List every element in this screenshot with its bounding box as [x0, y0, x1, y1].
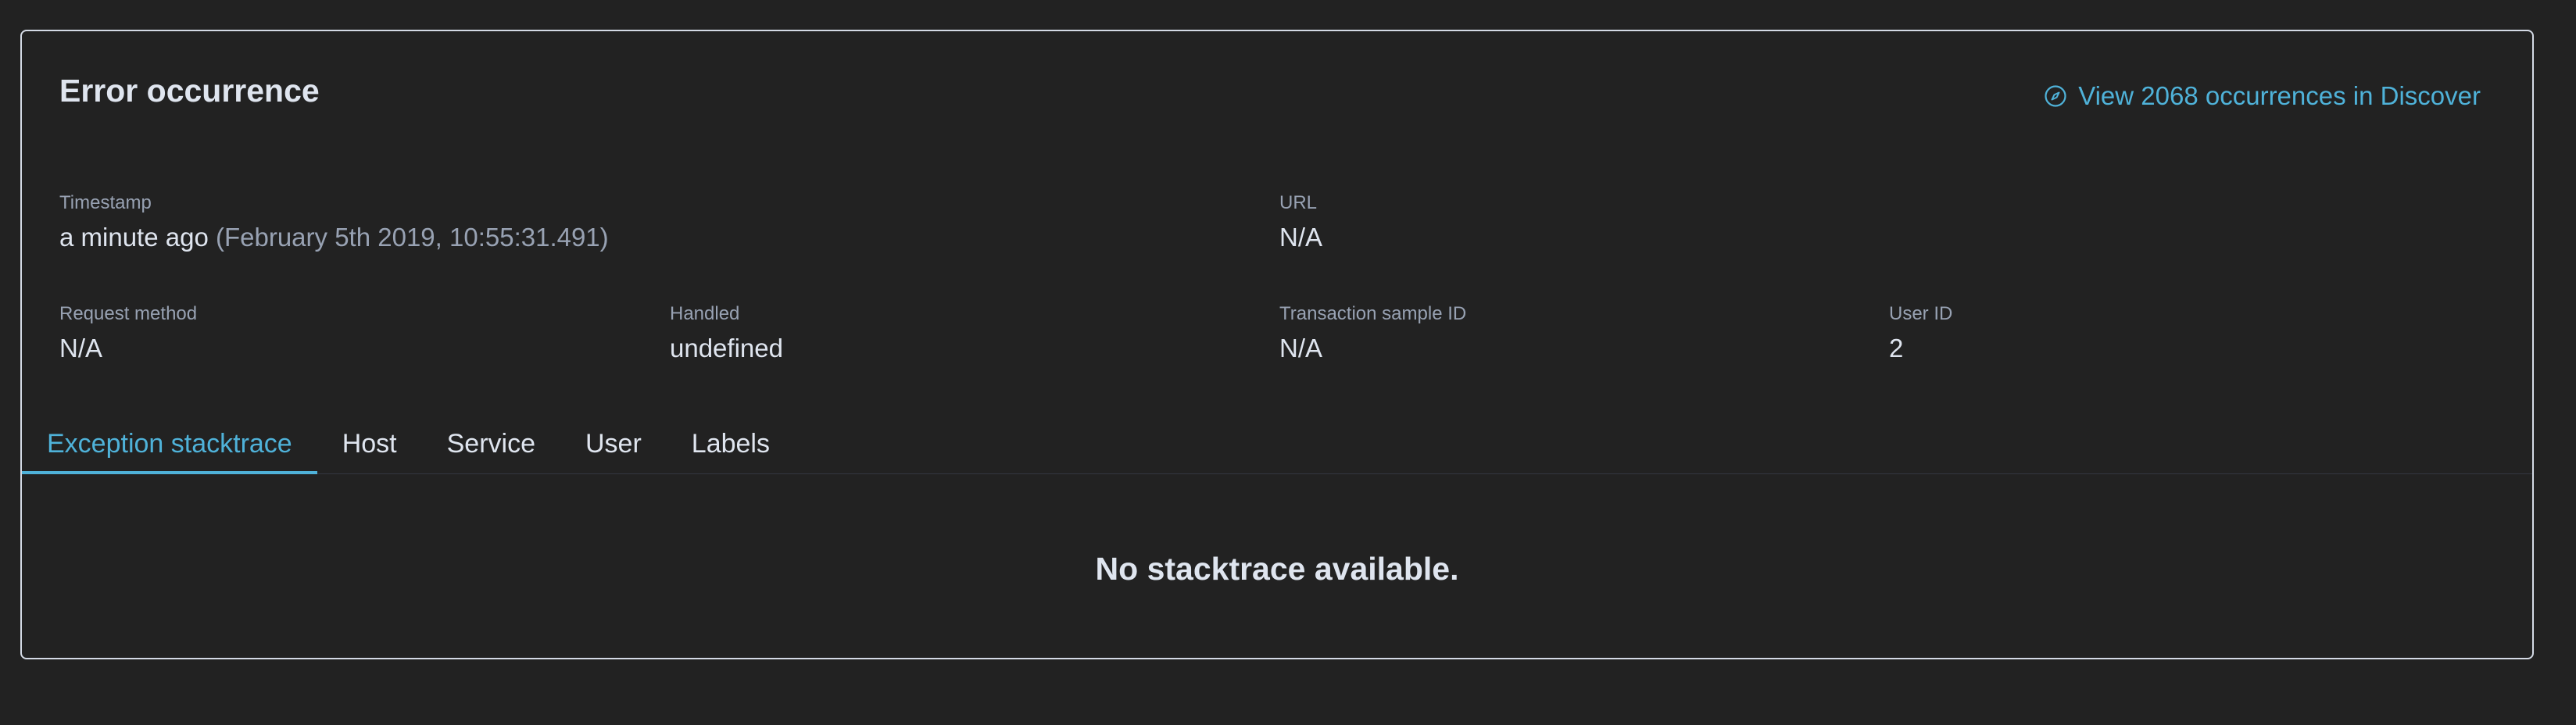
timestamp-label: Timestamp	[59, 192, 152, 213]
url-field: URL N/A	[1279, 192, 1323, 252]
url-value: N/A	[1279, 223, 1323, 252]
user-id-field: User ID 2	[1889, 303, 1953, 362]
request-method-value: N/A	[59, 334, 103, 362]
user-id-label: User ID	[1889, 303, 1953, 324]
request-method-label: Request method	[59, 303, 198, 324]
timestamp-value: a minute ago (February 5th 2019, 10:55:3…	[59, 224, 609, 250]
handled-value: undefined	[670, 334, 783, 362]
transaction-sample-id-label: Transaction sample ID	[1279, 303, 1467, 324]
error-occurrence-panel: Error occurrence View 2068 occurrences i…	[20, 30, 2534, 659]
tab-labels[interactable]: Labels	[667, 414, 795, 473]
view-in-discover-label: View 2068 occurrences in Discover	[2078, 81, 2481, 110]
panel-title: Error occurrence	[59, 73, 320, 109]
request-method-field: Request method N/A	[59, 303, 198, 362]
tab-exception-stacktrace[interactable]: Exception stacktrace	[22, 414, 317, 474]
handled-label: Handled	[670, 303, 740, 324]
timestamp-relative: a minute ago	[59, 223, 209, 252]
no-stacktrace-message: No stacktrace available.	[1095, 551, 1459, 587]
tab-user[interactable]: User	[560, 414, 667, 473]
compass-icon	[2044, 84, 2067, 108]
detail-tabs: Exception stacktrace Host Service User L…	[22, 414, 2532, 474]
view-in-discover-link[interactable]: View 2068 occurrences in Discover	[2044, 83, 2481, 109]
tab-host[interactable]: Host	[317, 414, 422, 473]
handled-field: Handled undefined	[670, 303, 783, 362]
transaction-sample-id-value: N/A	[1279, 334, 1323, 362]
user-id-value: 2	[1889, 334, 1904, 362]
timestamp-field: Timestamp a minute ago (February 5th 201…	[59, 192, 609, 251]
tab-service[interactable]: Service	[422, 414, 560, 473]
url-label: URL	[1279, 192, 1318, 213]
transaction-sample-id-field: Transaction sample ID N/A	[1279, 303, 1467, 362]
timestamp-absolute: (February 5th 2019, 10:55:31.491)	[215, 223, 609, 252]
